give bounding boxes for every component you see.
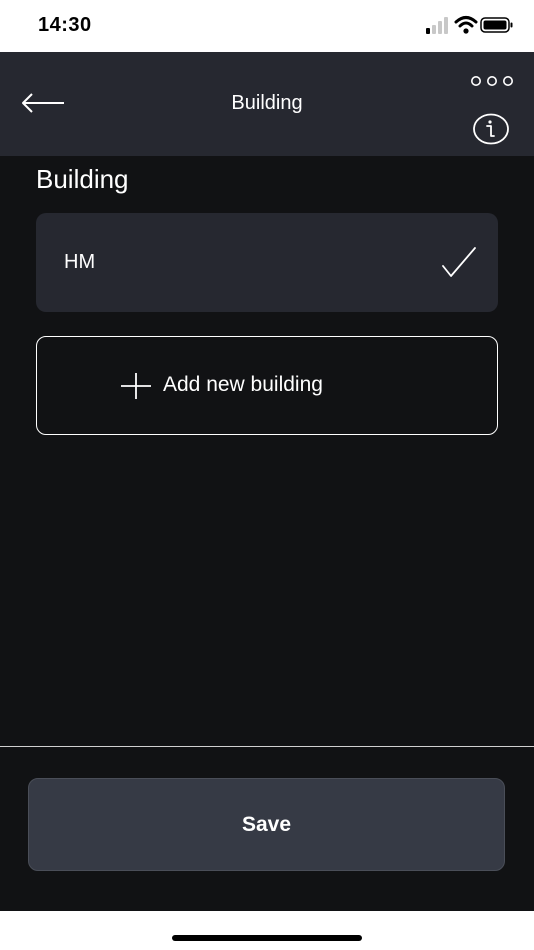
building-list-item[interactable]: HM	[36, 213, 498, 312]
save-button-label: Save	[241, 813, 292, 836]
status-bar: 14:30	[0, 0, 534, 52]
add-new-building-button[interactable]: Add new building	[36, 336, 498, 435]
home-indicator-area	[0, 911, 534, 950]
main-content: Building HM Add new building	[0, 156, 534, 746]
more-horizontal-icon	[471, 76, 513, 86]
wifi-icon	[454, 16, 478, 34]
battery-icon	[480, 17, 513, 33]
info-button[interactable]	[472, 113, 510, 145]
nav-bar: Building	[0, 52, 534, 156]
page-title: Building	[231, 92, 303, 114]
info-icon	[473, 113, 509, 145]
home-indicator[interactable]	[172, 935, 362, 941]
cellular-signal-icon	[426, 17, 448, 34]
plus-icon	[121, 373, 151, 399]
more-button[interactable]	[470, 74, 514, 86]
checkmark-icon	[442, 247, 476, 277]
building-name: HM	[64, 251, 96, 273]
add-new-building-label: Add new building	[163, 373, 323, 396]
footer: Save	[0, 747, 534, 911]
save-button[interactable]: Save	[28, 778, 505, 871]
section-title: Building	[36, 164, 129, 194]
status-time: 14:30	[38, 14, 92, 36]
